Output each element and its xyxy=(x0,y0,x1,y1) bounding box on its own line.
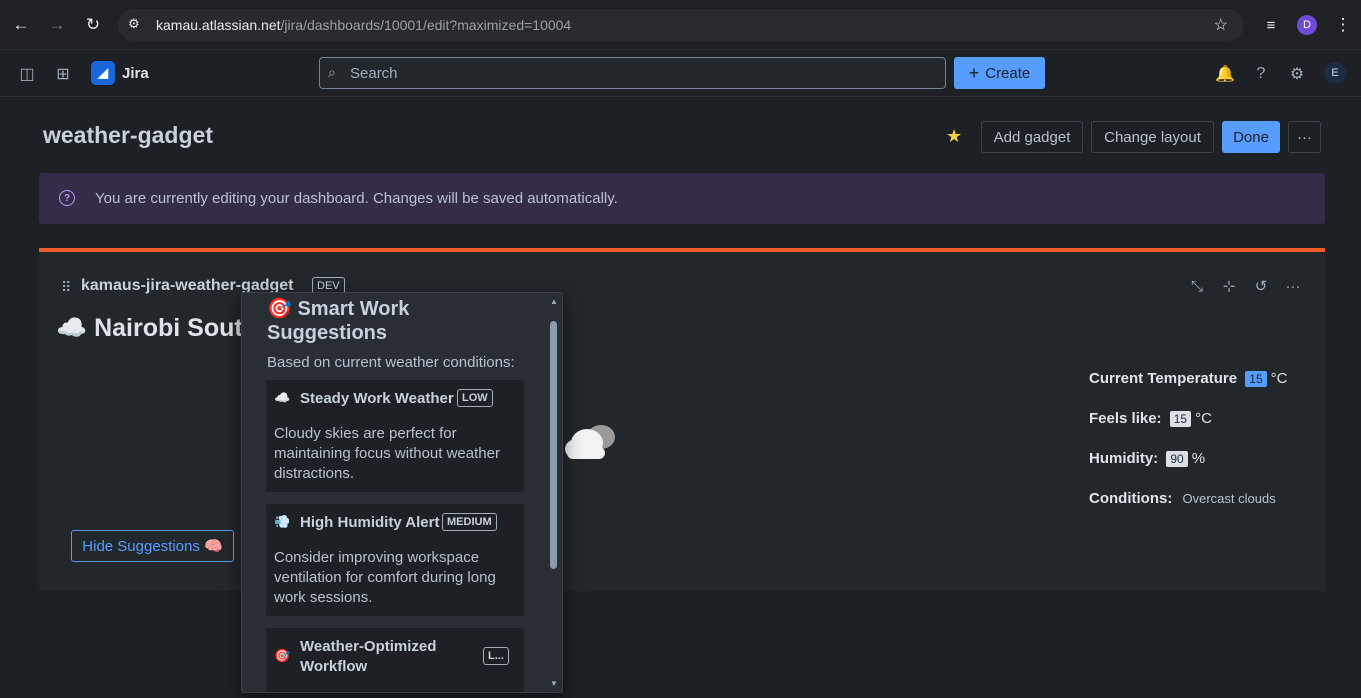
cloud-icon: ☁️ xyxy=(274,390,291,405)
conditions: Conditions: Overcast clouds xyxy=(1089,490,1276,507)
hide-suggestions-button[interactable]: Hide Suggestions 🧠 xyxy=(71,530,234,562)
more-actions-button[interactable]: ··· xyxy=(1288,121,1321,153)
done-button[interactable]: Done xyxy=(1222,121,1280,153)
collapse-icon[interactable]: ⊹ xyxy=(1219,276,1239,296)
suggestion-card: 💨 High Humidity Alert MEDIUM Consider im… xyxy=(266,504,524,616)
drag-handle-icon[interactable]: ⠿ xyxy=(61,279,71,296)
suggestion-card: 🎯 Weather-Optimized Workflow L... xyxy=(266,628,524,692)
user-avatar[interactable]: E xyxy=(1324,62,1346,84)
reading-list-icon[interactable]: ≡ xyxy=(1259,13,1283,37)
url-text: kamau.atlassian.net/jira/dashboards/1000… xyxy=(156,17,572,33)
banner-message: You are currently editing your dashboard… xyxy=(95,190,618,207)
sidebar-toggle-icon[interactable]: ◫ xyxy=(16,63,38,85)
reload-icon[interactable]: ↻ xyxy=(81,13,105,37)
minimize-icon[interactable]: ⤡ xyxy=(1187,276,1207,296)
site-settings-icon[interactable]: ⚙ xyxy=(128,16,140,32)
current-temperature: Current Temperature 15 °C xyxy=(1089,370,1288,387)
jira-logo-icon[interactable]: ◢ xyxy=(91,61,115,85)
back-arrow-icon[interactable]: ← xyxy=(9,13,33,37)
humidity: Humidity: 90% xyxy=(1089,450,1206,467)
cloud-emoji-icon: ☁️ xyxy=(56,314,88,342)
feels-like: Feels like: 15 °C xyxy=(1089,410,1212,427)
priority-badge: L... xyxy=(483,647,509,665)
address-bar[interactable]: ⚙ kamau.atlassian.net/jira/dashboards/10… xyxy=(118,9,1244,41)
scroll-down-arrow-icon[interactable]: ▼ xyxy=(550,679,558,688)
suggestion-title: Weather-Optimized Workflow xyxy=(300,638,437,675)
city-heading: ☁️ Nairobi South xyxy=(56,314,258,342)
jira-top-nav: ◫ ⊞ ◢ Jira ⌕ Search + Create 🔔 ? ⚙ E xyxy=(0,50,1361,97)
search-icon: ⌕ xyxy=(328,64,336,80)
suggestions-popup[interactable]: 🎯 Smart Work Suggestions Based on curren… xyxy=(241,292,563,693)
suggestions-subtitle: Based on current weather conditions: xyxy=(267,354,515,371)
app-name[interactable]: Jira xyxy=(122,65,149,82)
target-icon: 🎯 xyxy=(274,648,291,663)
edit-mode-banner: ? You are currently editing your dashboa… xyxy=(39,173,1325,224)
suggestion-description: Consider improving workspace ventilation… xyxy=(274,549,496,606)
search-input[interactable]: ⌕ Search xyxy=(319,57,946,89)
popup-scrollbar[interactable] xyxy=(550,321,557,569)
add-gadget-button[interactable]: Add gadget xyxy=(981,121,1083,153)
create-button[interactable]: + Create xyxy=(954,57,1045,89)
forward-arrow-icon[interactable]: → xyxy=(45,13,69,37)
priority-badge: LOW xyxy=(457,389,493,407)
suggestion-title: Steady Work Weather xyxy=(300,390,454,407)
wind-icon: 💨 xyxy=(274,514,291,529)
gadget-more-icon[interactable]: ··· xyxy=(1283,276,1303,296)
suggestion-title: High Humidity Alert xyxy=(300,514,440,531)
weather-gadget-panel: ⠿ kamaus-jira-weather-gadget DEV ⤡ ⊹ ↺ ·… xyxy=(39,248,1325,591)
change-layout-button[interactable]: Change layout xyxy=(1091,121,1214,153)
question-circle-icon: ? xyxy=(59,190,75,206)
notifications-bell-icon[interactable]: 🔔 xyxy=(1214,63,1236,85)
bookmark-star-icon[interactable]: ☆ xyxy=(1214,15,1228,35)
refresh-icon[interactable]: ↺ xyxy=(1251,276,1271,296)
suggestions-title: 🎯 Smart Work Suggestions xyxy=(267,298,410,344)
settings-gear-icon[interactable]: ⚙ xyxy=(1286,63,1308,85)
app-switcher-icon[interactable]: ⊞ xyxy=(52,63,74,85)
favorite-star-icon[interactable]: ★ xyxy=(946,126,962,147)
suggestion-card: ☁️ Steady Work Weather LOW Cloudy skies … xyxy=(266,380,524,492)
help-icon[interactable]: ? xyxy=(1250,63,1272,85)
weather-cloud-icon xyxy=(565,425,615,459)
plus-icon: + xyxy=(968,62,980,83)
scroll-up-arrow-icon[interactable]: ▲ xyxy=(550,297,558,306)
browser-menu-icon[interactable]: ⋮ xyxy=(1331,13,1355,37)
page-title: weather-gadget xyxy=(43,122,213,148)
browser-toolbar: ← → ↻ ⚙ kamau.atlassian.net/jira/dashboa… xyxy=(0,0,1361,50)
suggestion-description: Cloudy skies are perfect for maintaining… xyxy=(274,425,500,482)
priority-badge: MEDIUM xyxy=(442,513,497,531)
profile-avatar[interactable]: D xyxy=(1297,15,1317,35)
